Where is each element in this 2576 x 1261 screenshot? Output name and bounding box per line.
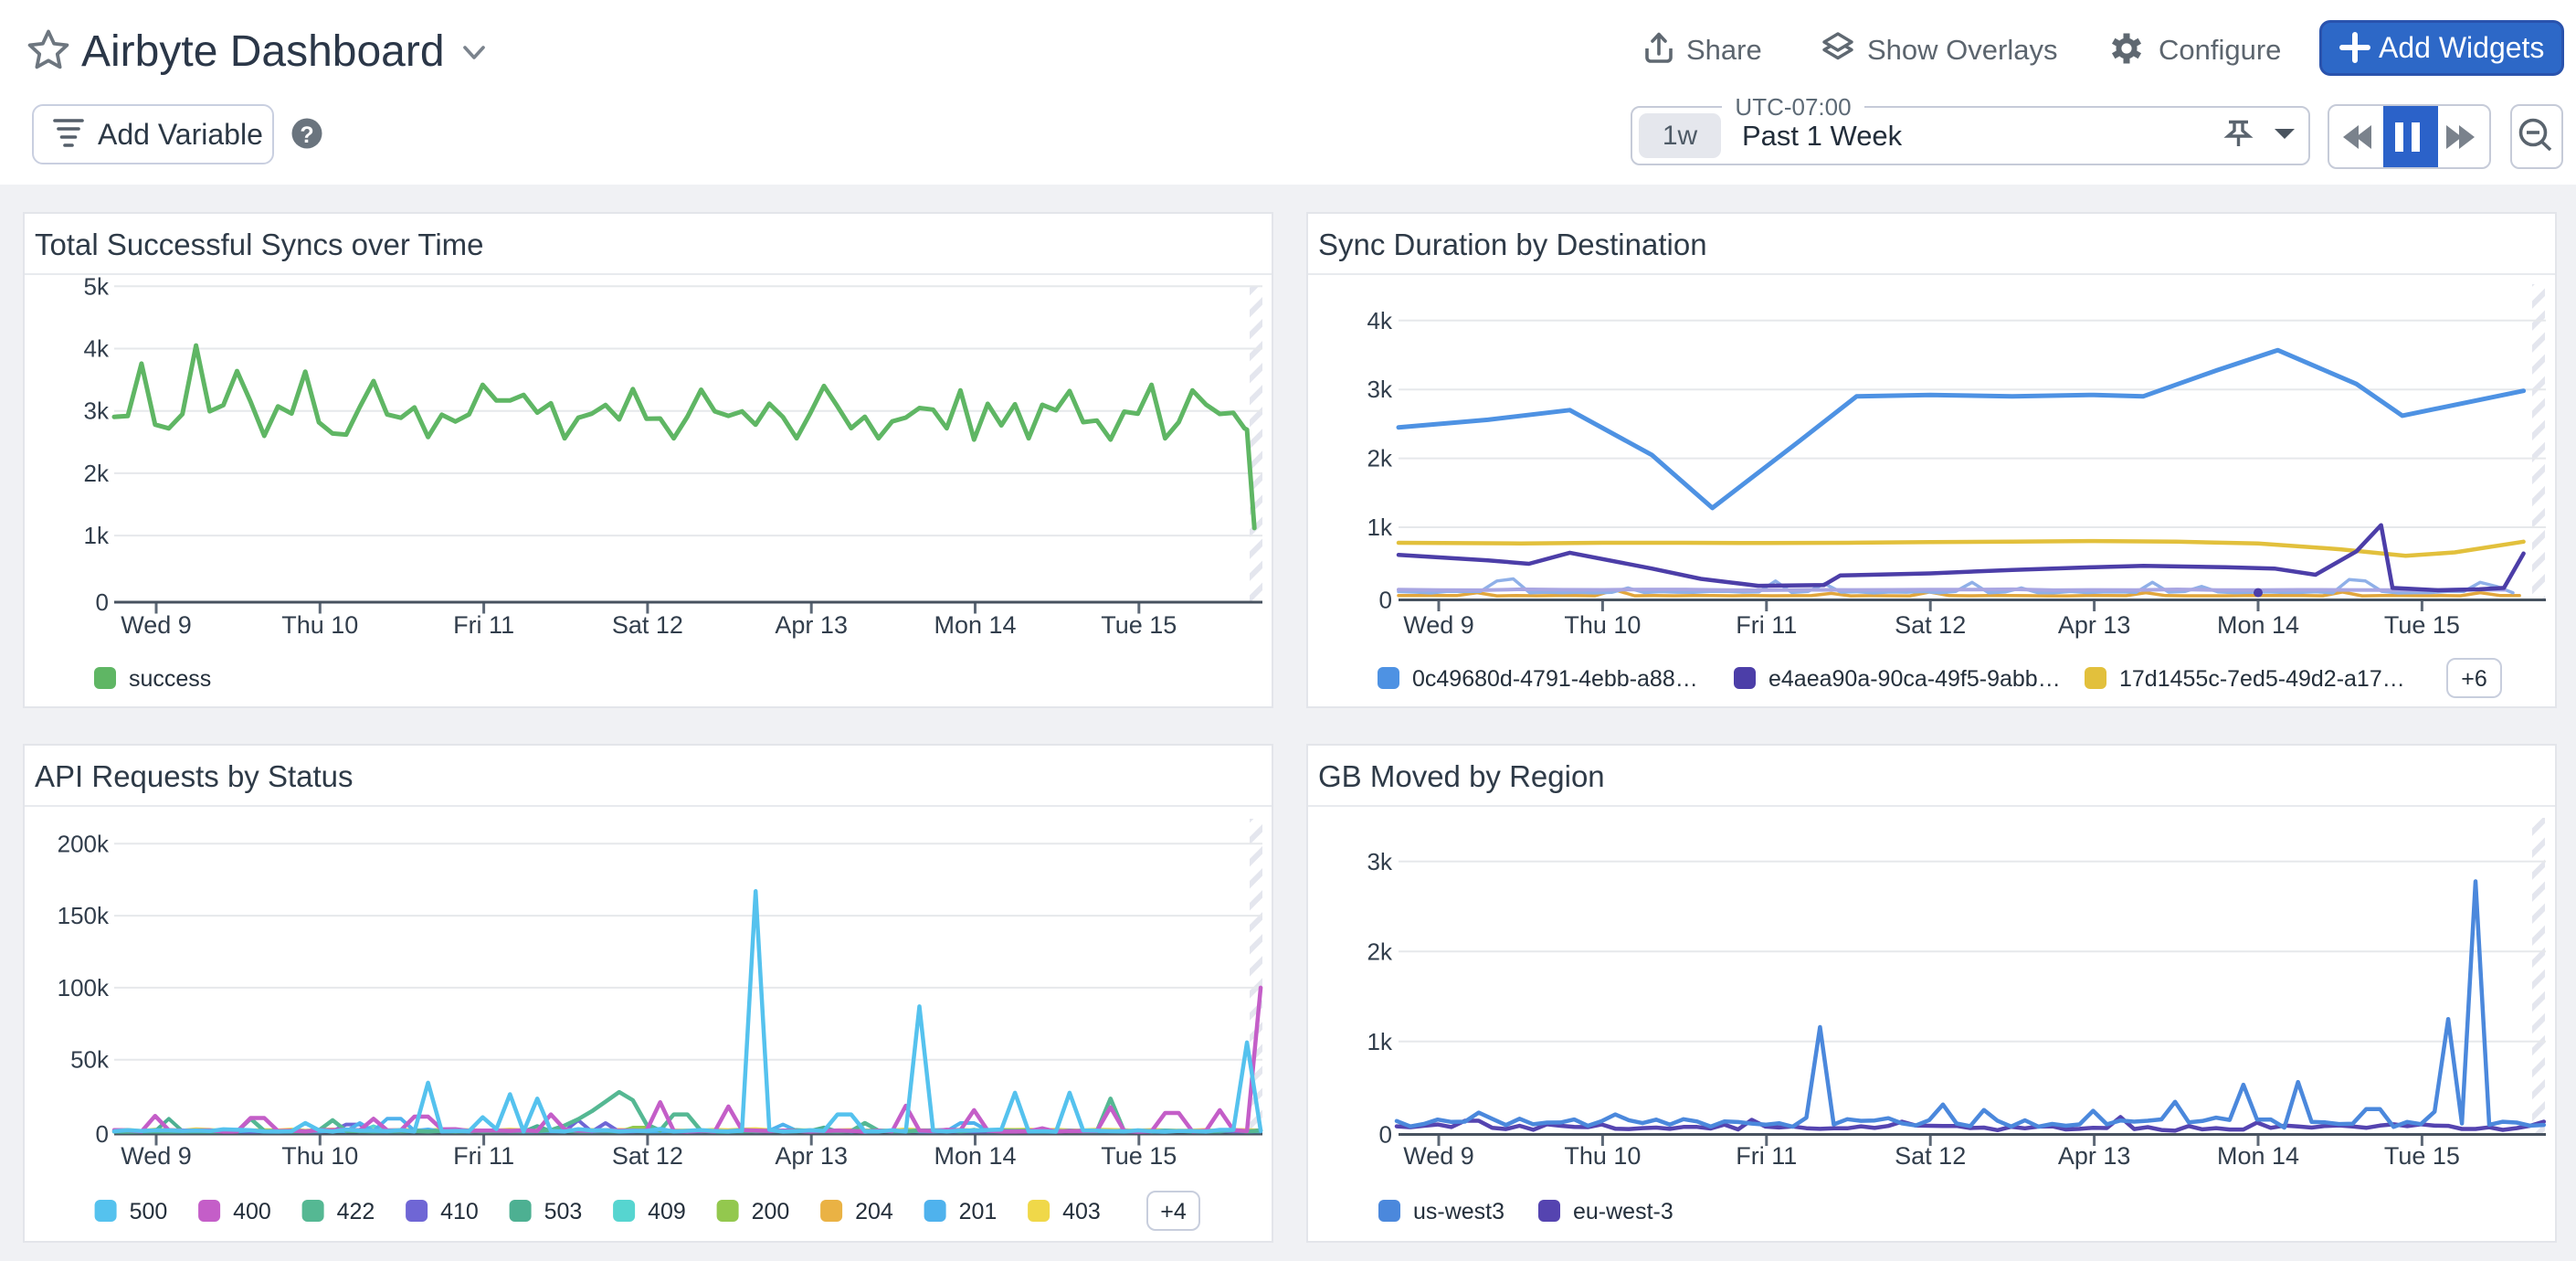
svg-text:204: 204	[855, 1199, 893, 1224]
svg-text:0: 0	[1379, 1121, 1392, 1149]
svg-text:Wed 9: Wed 9	[121, 611, 192, 639]
svg-text:Wed 9: Wed 9	[121, 1142, 192, 1170]
svg-text:4k: 4k	[84, 335, 110, 363]
svg-text:success: success	[129, 666, 211, 692]
svg-text:Tue 15: Tue 15	[1101, 611, 1177, 639]
svg-text:Fri 11: Fri 11	[453, 611, 514, 639]
svg-text:+4: +4	[1160, 1199, 1187, 1224]
svg-text:410: 410	[440, 1199, 479, 1224]
svg-text:Thu 10: Thu 10	[1564, 1142, 1641, 1170]
svg-text:e4aea90a-90ca-49f5-9abb…: e4aea90a-90ca-49f5-9abb…	[1768, 666, 2061, 692]
svg-text:Tue 15: Tue 15	[2384, 611, 2460, 639]
svg-text:503: 503	[544, 1199, 583, 1224]
svg-text:Wed 9: Wed 9	[1403, 611, 1474, 639]
svg-text:200k: 200k	[58, 830, 110, 857]
svg-text:Fri 11: Fri 11	[1736, 1142, 1797, 1170]
svg-text:2k: 2k	[84, 460, 110, 487]
svg-text:0c49680d-4791-4ebb-a88…: 0c49680d-4791-4ebb-a88…	[1412, 666, 1698, 692]
svg-text:Sat 12: Sat 12	[1895, 1142, 1966, 1170]
svg-text:0: 0	[96, 588, 109, 616]
svg-text:200: 200	[752, 1199, 790, 1224]
svg-text:eu-west-3: eu-west-3	[1573, 1199, 1673, 1224]
svg-text:Mon 14: Mon 14	[2217, 611, 2299, 639]
svg-text:50k: 50k	[70, 1046, 110, 1074]
svg-text:Fri 11: Fri 11	[1736, 611, 1797, 639]
svg-text:Apr 13: Apr 13	[2058, 611, 2131, 639]
svg-text:+6: +6	[2461, 666, 2487, 692]
svg-text:Wed 9: Wed 9	[1403, 1142, 1474, 1170]
svg-text:us-west3: us-west3	[1413, 1199, 1504, 1224]
svg-text:0: 0	[1379, 587, 1392, 614]
svg-text:500: 500	[130, 1199, 168, 1224]
svg-text:2k: 2k	[1367, 445, 1393, 472]
svg-text:Apr 13: Apr 13	[775, 1142, 848, 1170]
svg-text:3k: 3k	[1367, 376, 1393, 403]
svg-text:Tue 15: Tue 15	[2384, 1142, 2460, 1170]
svg-text:403: 403	[1062, 1199, 1101, 1224]
svg-text:Mon 14: Mon 14	[934, 611, 1016, 639]
svg-text:1k: 1k	[1367, 514, 1393, 541]
svg-text:409: 409	[648, 1199, 686, 1224]
svg-text:422: 422	[337, 1199, 375, 1224]
svg-text:Tue 15: Tue 15	[1101, 1142, 1177, 1170]
svg-text:?: ?	[300, 122, 313, 148]
svg-text:Mon 14: Mon 14	[934, 1142, 1016, 1170]
svg-text:150k: 150k	[58, 902, 110, 929]
svg-text:Sat 12: Sat 12	[1895, 611, 1966, 639]
svg-text:Thu 10: Thu 10	[281, 611, 358, 639]
svg-text:Mon 14: Mon 14	[2217, 1142, 2299, 1170]
svg-text:1k: 1k	[1367, 1028, 1393, 1055]
svg-text:Sat 12: Sat 12	[612, 611, 683, 639]
svg-text:Thu 10: Thu 10	[281, 1142, 358, 1170]
svg-text:5k: 5k	[84, 272, 110, 300]
svg-text:Thu 10: Thu 10	[1564, 611, 1641, 639]
svg-text:4k: 4k	[1367, 307, 1393, 334]
svg-text:400: 400	[233, 1199, 271, 1224]
svg-text:Apr 13: Apr 13	[2058, 1142, 2131, 1170]
svg-text:Apr 13: Apr 13	[775, 611, 848, 639]
svg-text:2k: 2k	[1367, 938, 1393, 965]
svg-text:17d1455c-7ed5-49d2-a17…: 17d1455c-7ed5-49d2-a17…	[2119, 666, 2405, 692]
svg-text:3k: 3k	[84, 397, 110, 425]
svg-text:1k: 1k	[84, 522, 110, 549]
svg-text:0: 0	[96, 1120, 109, 1148]
svg-text:3k: 3k	[1367, 848, 1393, 875]
svg-text:Sat 12: Sat 12	[612, 1142, 683, 1170]
svg-text:201: 201	[959, 1199, 998, 1224]
svg-text:100k: 100k	[58, 974, 110, 1001]
svg-text:Fri 11: Fri 11	[453, 1142, 514, 1170]
